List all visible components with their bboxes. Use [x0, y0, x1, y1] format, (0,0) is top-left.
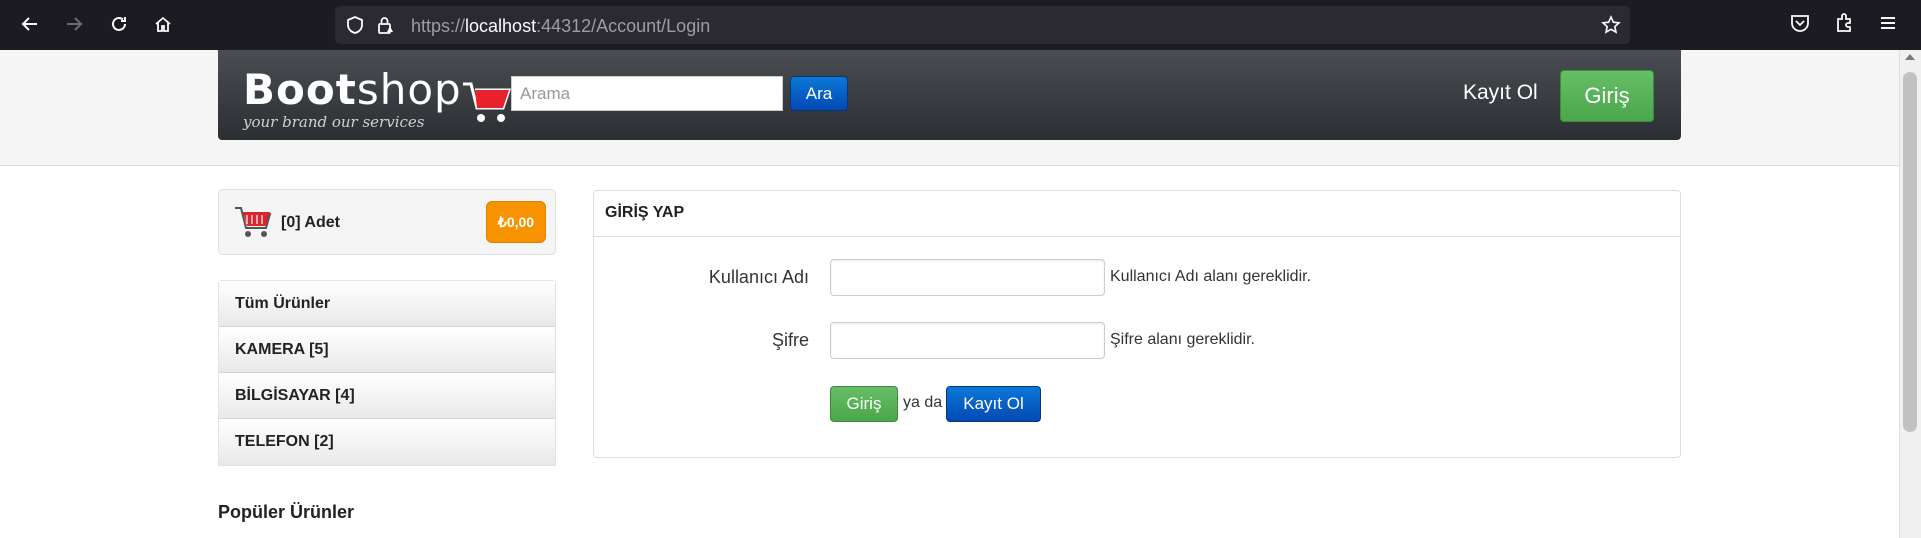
url-path: :44312/Account/Login [536, 16, 711, 36]
login-panel: GİRİŞ YAP Kullanıcı Adı Kullanıcı Adı al… [593, 190, 1681, 458]
login-panel-title: GİRİŞ YAP [594, 191, 1680, 237]
lock-warning-icon[interactable] [375, 15, 395, 35]
password-input[interactable] [830, 322, 1105, 359]
scroll-thumb[interactable] [1903, 72, 1917, 432]
category-list: Tüm Ürünler KAMERA [5] BİLGİSAYAR [4] TE… [218, 280, 556, 466]
shopping-cart-icon [235, 207, 272, 237]
password-label: Şifre [771, 330, 809, 350]
submit-login-button[interactable]: Giriş [830, 386, 898, 422]
pocket-icon[interactable] [1789, 12, 1813, 36]
cart-count: [0] Adet [281, 214, 340, 231]
menu-icon[interactable] [1877, 12, 1901, 36]
page-scrollbar[interactable] [1899, 50, 1921, 538]
or-text: ya da [903, 394, 943, 411]
home-icon[interactable] [151, 12, 175, 36]
login-button[interactable]: Giriş [1560, 70, 1654, 122]
username-validation-message: Kullanıcı Adı alanı gereklidir. [1110, 268, 1312, 285]
bookmark-star-icon[interactable] [1601, 15, 1621, 35]
username-input[interactable] [830, 259, 1105, 296]
reload-icon[interactable] [107, 12, 131, 36]
bootshop-logo[interactable]: Bootshop your brand our services [243, 65, 512, 131]
category-camera[interactable]: KAMERA [5] [219, 327, 555, 373]
register-link[interactable]: Kayıt Ol [1463, 81, 1538, 105]
username-label: Kullanıcı Adı [708, 267, 809, 287]
navbar: Bootshop your brand our services Ara Kay… [218, 50, 1681, 140]
password-validation-message: Şifre alanı gereklidir. [1110, 331, 1255, 348]
url-text: https://localhost:44312/Account/Login [411, 16, 710, 37]
extensions-icon[interactable] [1833, 12, 1857, 36]
search-button[interactable]: Ara [790, 76, 848, 111]
url-prefix: https:// [411, 16, 466, 36]
popular-products-title: Popüler Ürünler [218, 502, 355, 522]
logo-tagline: your brand our services [243, 113, 425, 131]
register-button[interactable]: Kayıt Ol [946, 386, 1041, 422]
scroll-up-icon[interactable] [1905, 54, 1915, 60]
logo-light: shop [356, 65, 462, 114]
page-content: Bootshop your brand our services Ara Kay… [0, 50, 1899, 538]
back-arrow-icon[interactable] [18, 12, 42, 36]
logo-bold: Boot [243, 65, 357, 114]
url-bar[interactable]: https://localhost:44312/Account/Login [335, 6, 1630, 44]
browser-toolbar: https://localhost:44312/Account/Login [0, 0, 1921, 50]
category-phone[interactable]: TELEFON [2] [219, 419, 555, 465]
logo-wordmark: Bootshop [243, 65, 462, 114]
cart-total-badge[interactable]: ₺0,00 [486, 201, 546, 243]
cart-summary[interactable]: [0] Adet ₺0,00 [218, 189, 556, 255]
shopping-cart-logo-icon [463, 82, 512, 122]
category-computer[interactable]: BİLGİSAYAR [4] [219, 373, 555, 419]
forward-arrow-icon[interactable] [62, 12, 86, 36]
category-all-products[interactable]: Tüm Ürünler [219, 281, 555, 327]
search-input[interactable] [511, 76, 783, 111]
url-host: localhost [465, 16, 537, 36]
shield-icon[interactable] [345, 15, 365, 35]
